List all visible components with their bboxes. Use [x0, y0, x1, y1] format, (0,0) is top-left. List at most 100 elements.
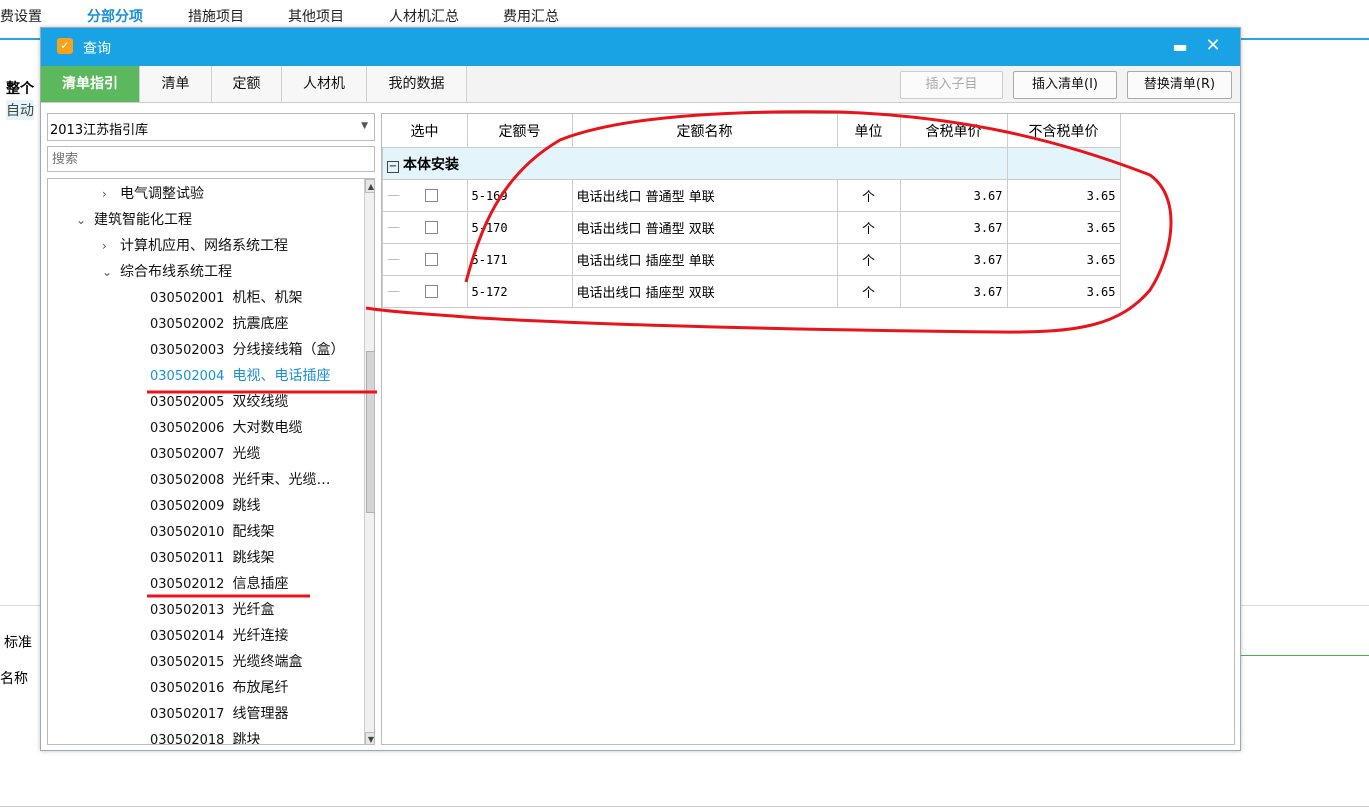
- collapse-icon[interactable]: −: [387, 160, 399, 173]
- bg-tab-items[interactable]: 分部分项: [87, 6, 143, 26]
- query-dialog: ✓ 查询 ▬ ✕ 清单指引 清单 定额 人材机 我的数据 插入子目 插入清单(I…: [40, 27, 1241, 751]
- tree-node-0[interactable]: › 电气调整试验: [102, 181, 204, 207]
- guide-tree: 030502018 跳块 030502017 线管理器 030502016 布放尾纤 030…: [47, 178, 375, 745]
- quota-name-cell: 电话出线口 普通型 双联: [571, 211, 838, 244]
- tab-list-guide[interactable]: 清单指引: [41, 66, 140, 102]
- col-notax-price[interactable]: 不含税单价: [1007, 114, 1121, 148]
- row-checkbox[interactable]: [424, 253, 438, 266]
- col-unit[interactable]: 单位: [837, 114, 901, 148]
- tree-item-code: 030502017: [150, 707, 225, 722]
- maximize-icon[interactable]: ▬: [1171, 38, 1189, 56]
- tree-item-label: 布放尾纤: [232, 680, 289, 696]
- insert-list-button[interactable]: 插入清单(I): [1013, 71, 1117, 99]
- quota-code-cell: 5-169: [466, 179, 573, 212]
- tree-item-030502012[interactable]: 030502012 信息插座: [150, 571, 288, 597]
- tree-item-code: 030502004: [150, 369, 225, 384]
- row-checkbox[interactable]: [424, 189, 438, 202]
- col-quota-code[interactable]: 定额号: [467, 114, 573, 148]
- tree-item-030502013[interactable]: 030502013 光纤盒: [150, 597, 274, 623]
- scroll-up-icon[interactable]: ▲: [365, 179, 374, 193]
- table-row[interactable]: —5-170 电话出线口 普通型 双联个 3.67 3.65: [382, 211, 1121, 244]
- tree-item-label: 建筑智能化工程: [94, 212, 192, 228]
- bg-divider-3: [1240, 655, 1369, 656]
- tree-item-label: 光纤连接: [232, 628, 289, 644]
- tree-item-code: 030502005: [150, 395, 225, 410]
- chevron-right-icon[interactable]: ›: [102, 233, 120, 259]
- select-cell: —: [382, 179, 468, 212]
- tab-list[interactable]: 清单: [140, 66, 212, 102]
- tab-my-data[interactable]: 我的数据: [367, 66, 467, 102]
- tree-item-030502010[interactable]: 030502010 配线架: [150, 519, 274, 545]
- tree-item-030502005[interactable]: 030502005 双绞线缆: [150, 389, 288, 415]
- tree-item-030502004[interactable]: 030502004 电视、电话插座: [150, 363, 330, 389]
- select-cell: —: [382, 211, 468, 244]
- tree-item-label: 机柜、机架: [232, 290, 303, 306]
- bg-label-whole: 整个: [6, 81, 34, 97]
- search-input[interactable]: [47, 146, 375, 172]
- table-header-row: 选中 定额号 定额名称 单位 含税单价 不含税单价: [382, 114, 1121, 148]
- quota-table-area: 选中 定额号 定额名称 单位 含税单价 不含税单价 − 本体安装 —5-169 电话…: [381, 113, 1235, 745]
- chevron-right-icon[interactable]: ›: [102, 181, 120, 207]
- tree-item-code: 030502013: [150, 603, 225, 618]
- tab-materials[interactable]: 人材机: [282, 66, 367, 102]
- tax-price-cell: 3.67: [899, 211, 1008, 244]
- notax-price-cell: 3.65: [1006, 275, 1121, 308]
- tree-item-label: 电气调整试验: [120, 186, 204, 202]
- tree-node-3[interactable]: ⌄ 综合布线系统工程: [102, 259, 232, 285]
- quota-name-cell: 电话出线口 普通型 单联: [571, 179, 838, 212]
- row-checkbox[interactable]: [424, 221, 438, 234]
- tree-item-030502003[interactable]: 030502003 分线接线箱（盒）: [150, 337, 344, 363]
- tree-item-030502008[interactable]: 030502008 光纤束、光缆…: [150, 467, 330, 493]
- tree-item-code: 030502011: [150, 551, 225, 566]
- dialog-titlebar[interactable]: ✓ 查询 ▬ ✕: [41, 28, 1240, 66]
- col-quota-name[interactable]: 定额名称: [572, 114, 838, 148]
- tree-item-label: 光纤盒: [232, 602, 275, 618]
- tree-scrollbar[interactable]: ▲ ▼: [364, 179, 374, 744]
- unit-cell: 个: [836, 211, 901, 244]
- bg-tab-fee-settings[interactable]: 规费设置: [0, 6, 42, 26]
- bg-tab-fees[interactable]: 费用汇总: [503, 6, 559, 26]
- select-cell: —: [382, 275, 468, 308]
- tab-quota[interactable]: 定额: [212, 66, 282, 102]
- table-row[interactable]: —5-171 电话出线口 插座型 单联个 3.67 3.65: [382, 243, 1121, 276]
- table-row[interactable]: —5-172 电话出线口 插座型 双联个 3.67 3.65: [382, 275, 1121, 308]
- tree-item-030502014[interactable]: 030502014 光纤连接: [150, 623, 288, 649]
- tree-item-030502017[interactable]: 030502017 线管理器: [150, 701, 288, 727]
- tree-item-label: 抗震底座: [232, 316, 289, 332]
- insert-sub-button[interactable]: 插入子目: [900, 71, 1003, 99]
- tree-item-030502001[interactable]: 030502001 机柜、机架: [150, 285, 302, 311]
- quota-code-cell: 5-171: [466, 243, 573, 276]
- chevron-down-icon[interactable]: ⌄: [102, 259, 120, 285]
- tree-node-2[interactable]: › 计算机应用、网络系统工程: [102, 233, 288, 259]
- scroll-thumb[interactable]: [366, 351, 374, 513]
- bg-label-name: 名称: [0, 671, 28, 687]
- group-row[interactable]: − 本体安装: [382, 147, 1121, 180]
- tree-item-030502006[interactable]: 030502006 大对数电缆: [150, 415, 302, 441]
- bg-tab-other[interactable]: 其他项目: [288, 6, 344, 26]
- row-checkbox[interactable]: [424, 285, 438, 298]
- tree-item-code: 030502015: [150, 655, 225, 670]
- tree-item-030502016[interactable]: 030502016 布放尾纤: [150, 675, 288, 701]
- tree-item-label: 跳线架: [232, 550, 275, 566]
- tree-item-label: 配线架: [232, 524, 275, 540]
- table-row[interactable]: —5-169 电话出线口 普通型 单联个 3.67 3.65: [382, 179, 1121, 212]
- col-tax-price[interactable]: 含税单价: [900, 114, 1008, 148]
- tree-item-030502011[interactable]: 030502011 跳线架: [150, 545, 274, 571]
- tree-item-label: 光纤束、光缆…: [232, 472, 331, 488]
- col-select[interactable]: 选中: [382, 114, 468, 148]
- scroll-down-icon[interactable]: ▼: [365, 732, 374, 744]
- bg-tab-measures[interactable]: 措施项目: [188, 6, 244, 26]
- chevron-down-icon[interactable]: ⌄: [76, 207, 94, 233]
- tree-node-1[interactable]: ⌄ 建筑智能化工程: [76, 207, 192, 233]
- tree-item-label: 大对数电缆: [232, 420, 303, 436]
- library-select[interactable]: 2013江苏指引库 ▼: [47, 113, 375, 141]
- close-icon[interactable]: ✕: [1204, 37, 1222, 55]
- tree-item-030502007[interactable]: 030502007 光缆: [150, 441, 260, 467]
- tree-item-030502015[interactable]: 030502015 光缆终端盒: [150, 649, 302, 675]
- tree-item-030502002[interactable]: 030502002 抗震底座: [150, 311, 288, 337]
- bg-tab-materials[interactable]: 人材机汇总: [389, 6, 459, 26]
- bg-label-auto: 自动: [6, 100, 34, 120]
- replace-list-button[interactable]: 替换清单(R): [1127, 71, 1232, 99]
- tree-item-030502018[interactable]: 030502018 跳块: [150, 727, 260, 744]
- tree-item-030502009[interactable]: 030502009 跳线: [150, 493, 260, 519]
